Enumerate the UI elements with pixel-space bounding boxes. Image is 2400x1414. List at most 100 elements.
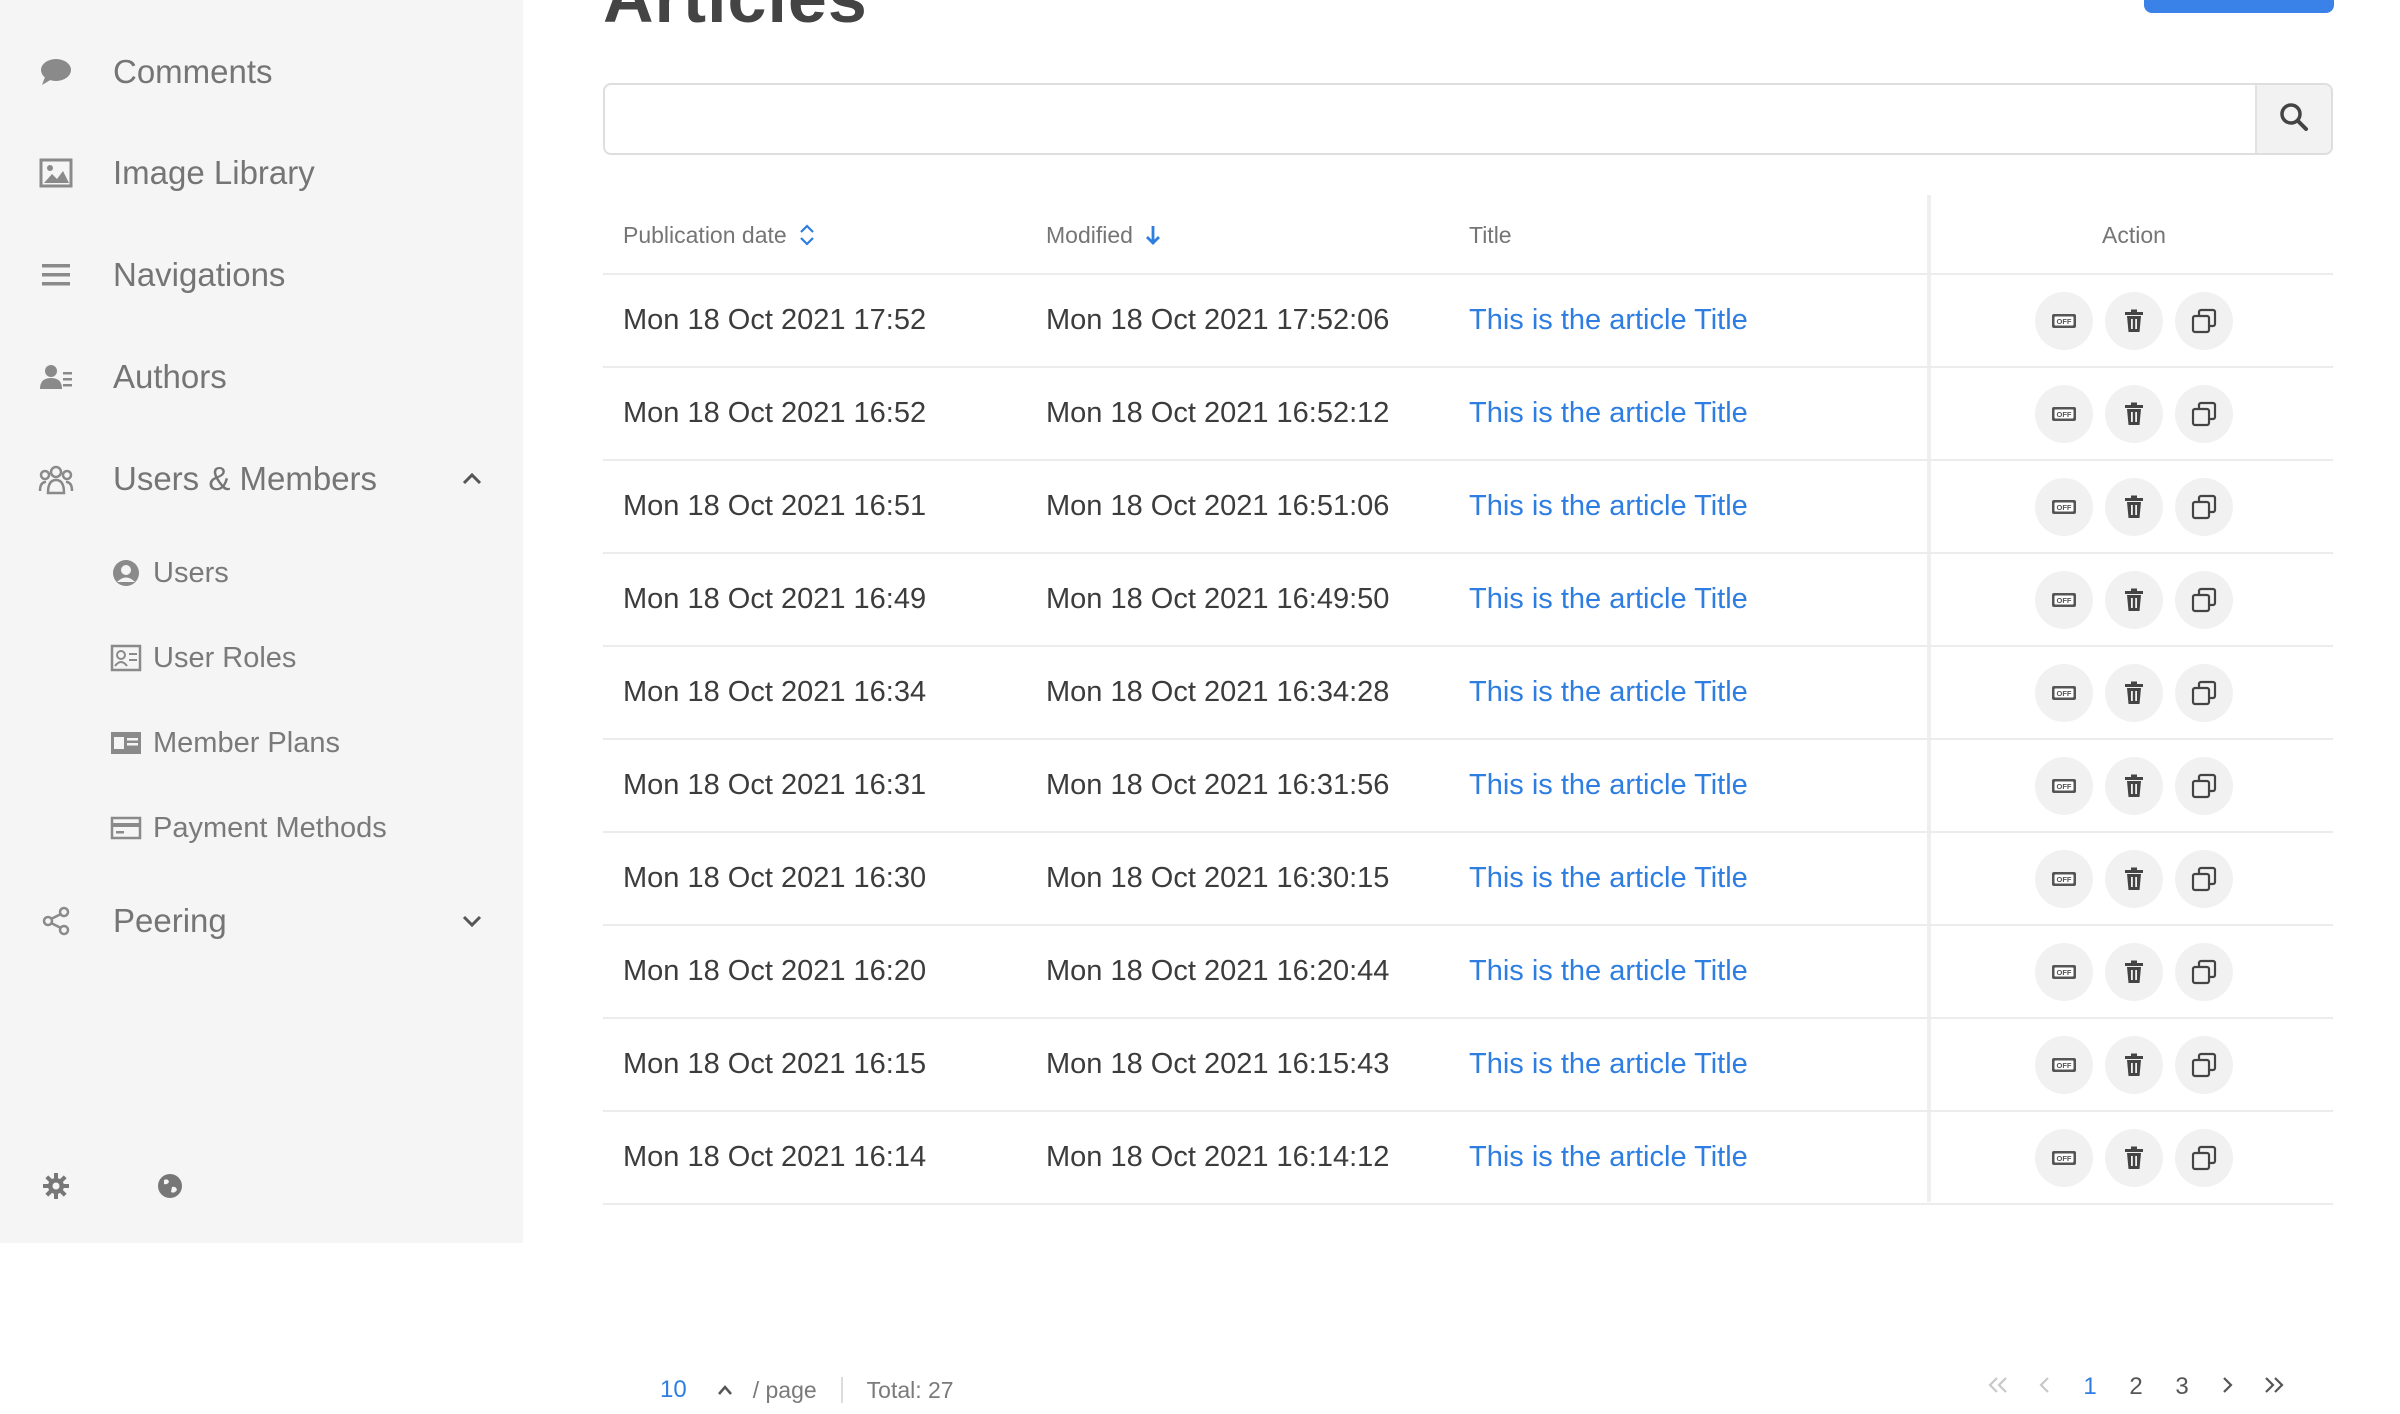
off-toggle-icon: OFF	[2051, 498, 2077, 516]
svg-text:OFF: OFF	[2057, 689, 2072, 698]
modified-cell: Mon 18 Oct 2021 16:20:44	[1046, 955, 1390, 987]
duplicate-button[interactable]	[2175, 291, 2233, 350]
page-3-button[interactable]: 3	[2159, 1373, 2205, 1401]
credit-card-icon	[110, 812, 142, 844]
sidebar-subitem-member-plans[interactable]: Member Plans	[0, 715, 523, 771]
last-page-icon[interactable]	[2251, 1373, 2297, 1401]
unpublish-button[interactable]: OFF	[2035, 849, 2093, 908]
unpublish-button[interactable]: OFF	[2035, 1128, 2093, 1187]
chevron-up-icon[interactable]	[458, 465, 486, 493]
article-title-link[interactable]: This is the article Title	[1469, 1019, 1748, 1110]
table-row: Mon 18 Oct 2021 16:31 Mon 18 Oct 2021 16:…	[603, 740, 2333, 833]
sidebar-item-navigations[interactable]: Navigations	[0, 240, 523, 310]
pagination-divider	[840, 1377, 843, 1403]
delete-button[interactable]	[2105, 756, 2163, 815]
duplicate-button[interactable]	[2175, 384, 2233, 443]
table-row: Mon 18 Oct 2021 16:51 Mon 18 Oct 2021 16:…	[603, 461, 2333, 554]
unpublish-button[interactable]: OFF	[2035, 663, 2093, 722]
duplicate-icon	[2191, 587, 2217, 613]
column-header-publication-date[interactable]: Publication date	[623, 195, 815, 275]
sidebar-item-users-members[interactable]: Users & Members	[0, 444, 523, 514]
chevron-down-icon[interactable]	[458, 907, 486, 935]
svg-text:OFF: OFF	[2057, 875, 2072, 884]
duplicate-button[interactable]	[2175, 849, 2233, 908]
publication-date-cell: Mon 18 Oct 2021 17:52	[623, 304, 927, 336]
create-article-button[interactable]	[2144, 0, 2334, 13]
sidebar-subitem-user-roles[interactable]: User Roles	[0, 630, 523, 686]
globe-icon[interactable]	[152, 1168, 188, 1204]
sidebar-item-peering[interactable]: Peering	[0, 886, 523, 956]
article-title-link[interactable]: This is the article Title	[1469, 275, 1748, 366]
duplicate-button[interactable]	[2175, 942, 2233, 1001]
duplicate-button[interactable]	[2175, 756, 2233, 815]
article-title-link[interactable]: This is the article Title	[1469, 647, 1748, 738]
chevron-up-icon[interactable]	[717, 1384, 733, 1396]
article-title-link[interactable]: This is the article Title	[1469, 833, 1748, 924]
unpublish-button[interactable]: OFF	[2035, 756, 2093, 815]
delete-button[interactable]	[2105, 291, 2163, 350]
sidebar-item-image-library[interactable]: Image Library	[0, 138, 523, 208]
unpublish-button[interactable]: OFF	[2035, 570, 2093, 629]
unpublish-button[interactable]: OFF	[2035, 477, 2093, 536]
search-button[interactable]	[2255, 85, 2331, 153]
delete-button[interactable]	[2105, 477, 2163, 536]
delete-button[interactable]	[2105, 942, 2163, 1001]
modified-cell: Mon 18 Oct 2021 16:31:56	[1046, 769, 1390, 801]
trash-icon	[2123, 309, 2145, 333]
sidebar-subitem-users[interactable]: Users	[0, 545, 523, 601]
article-title-link[interactable]: This is the article Title	[1469, 554, 1748, 645]
table-row: Mon 18 Oct 2021 16:52 Mon 18 Oct 2021 16:…	[603, 368, 2333, 461]
article-title-link[interactable]: This is the article Title	[1469, 461, 1748, 552]
publication-date-cell: Mon 18 Oct 2021 16:51	[623, 490, 927, 522]
trash-icon	[2123, 774, 2145, 798]
delete-button[interactable]	[2105, 570, 2163, 629]
article-title-link[interactable]: This is the article Title	[1469, 1112, 1748, 1203]
row-actions: OFF	[2035, 554, 2233, 645]
duplicate-button[interactable]	[2175, 1128, 2233, 1187]
column-header-modified[interactable]: Modified	[1046, 195, 1161, 275]
table-row: Mon 18 Oct 2021 16:14 Mon 18 Oct 2021 16:…	[603, 1112, 2333, 1205]
gear-icon[interactable]	[38, 1168, 74, 1204]
duplicate-button[interactable]	[2175, 477, 2233, 536]
duplicate-button[interactable]	[2175, 663, 2233, 722]
unpublish-button[interactable]: OFF	[2035, 291, 2093, 350]
duplicate-button[interactable]	[2175, 1035, 2233, 1094]
table-row: Mon 18 Oct 2021 16:34 Mon 18 Oct 2021 16:…	[603, 647, 2333, 740]
search-input[interactable]	[605, 85, 2257, 153]
delete-button[interactable]	[2105, 1035, 2163, 1094]
duplicate-button[interactable]	[2175, 570, 2233, 629]
page-2-button[interactable]: 2	[2113, 1373, 2159, 1401]
sidebar-item-comments[interactable]: Comments	[0, 37, 523, 107]
page-size-select[interactable]: 10	[660, 1376, 687, 1404]
unpublish-button[interactable]: OFF	[2035, 942, 2093, 1001]
article-title-link[interactable]: This is the article Title	[1469, 740, 1748, 831]
table-body: Mon 18 Oct 2021 17:52 Mon 18 Oct 2021 17:…	[603, 275, 2333, 1205]
delete-button[interactable]	[2105, 663, 2163, 722]
delete-button[interactable]	[2105, 384, 2163, 443]
page-1-button[interactable]: 1	[2067, 1373, 2113, 1401]
svg-text:OFF: OFF	[2057, 968, 2072, 977]
next-page-icon[interactable]	[2205, 1373, 2251, 1401]
previous-page-icon[interactable]	[2021, 1373, 2067, 1401]
article-title-link[interactable]: This is the article Title	[1469, 368, 1748, 459]
sidebar-subitem-label: Users	[153, 556, 229, 589]
modified-cell: Mon 18 Oct 2021 16:51:06	[1046, 490, 1390, 522]
sidebar-item-label: Users & Members	[113, 460, 378, 497]
sidebar-subitem-payment-methods[interactable]: Payment Methods	[0, 800, 523, 856]
id-card-icon	[110, 727, 142, 759]
publication-date-cell: Mon 18 Oct 2021 16:34	[623, 676, 927, 708]
delete-button[interactable]	[2105, 849, 2163, 908]
svg-text:OFF: OFF	[2057, 410, 2072, 419]
first-page-icon[interactable]	[1975, 1373, 2021, 1401]
trash-icon	[2123, 960, 2145, 984]
off-toggle-icon: OFF	[2051, 684, 2077, 702]
trash-icon	[2123, 867, 2145, 891]
publication-date-cell: Mon 18 Oct 2021 16:15	[623, 1048, 927, 1080]
unpublish-button[interactable]: OFF	[2035, 1035, 2093, 1094]
off-toggle-icon: OFF	[2051, 1056, 2077, 1074]
column-header-title: Title	[1469, 221, 1512, 248]
delete-button[interactable]	[2105, 1128, 2163, 1187]
article-title-link[interactable]: This is the article Title	[1469, 926, 1748, 1017]
unpublish-button[interactable]: OFF	[2035, 384, 2093, 443]
sidebar-item-authors[interactable]: Authors	[0, 342, 523, 412]
